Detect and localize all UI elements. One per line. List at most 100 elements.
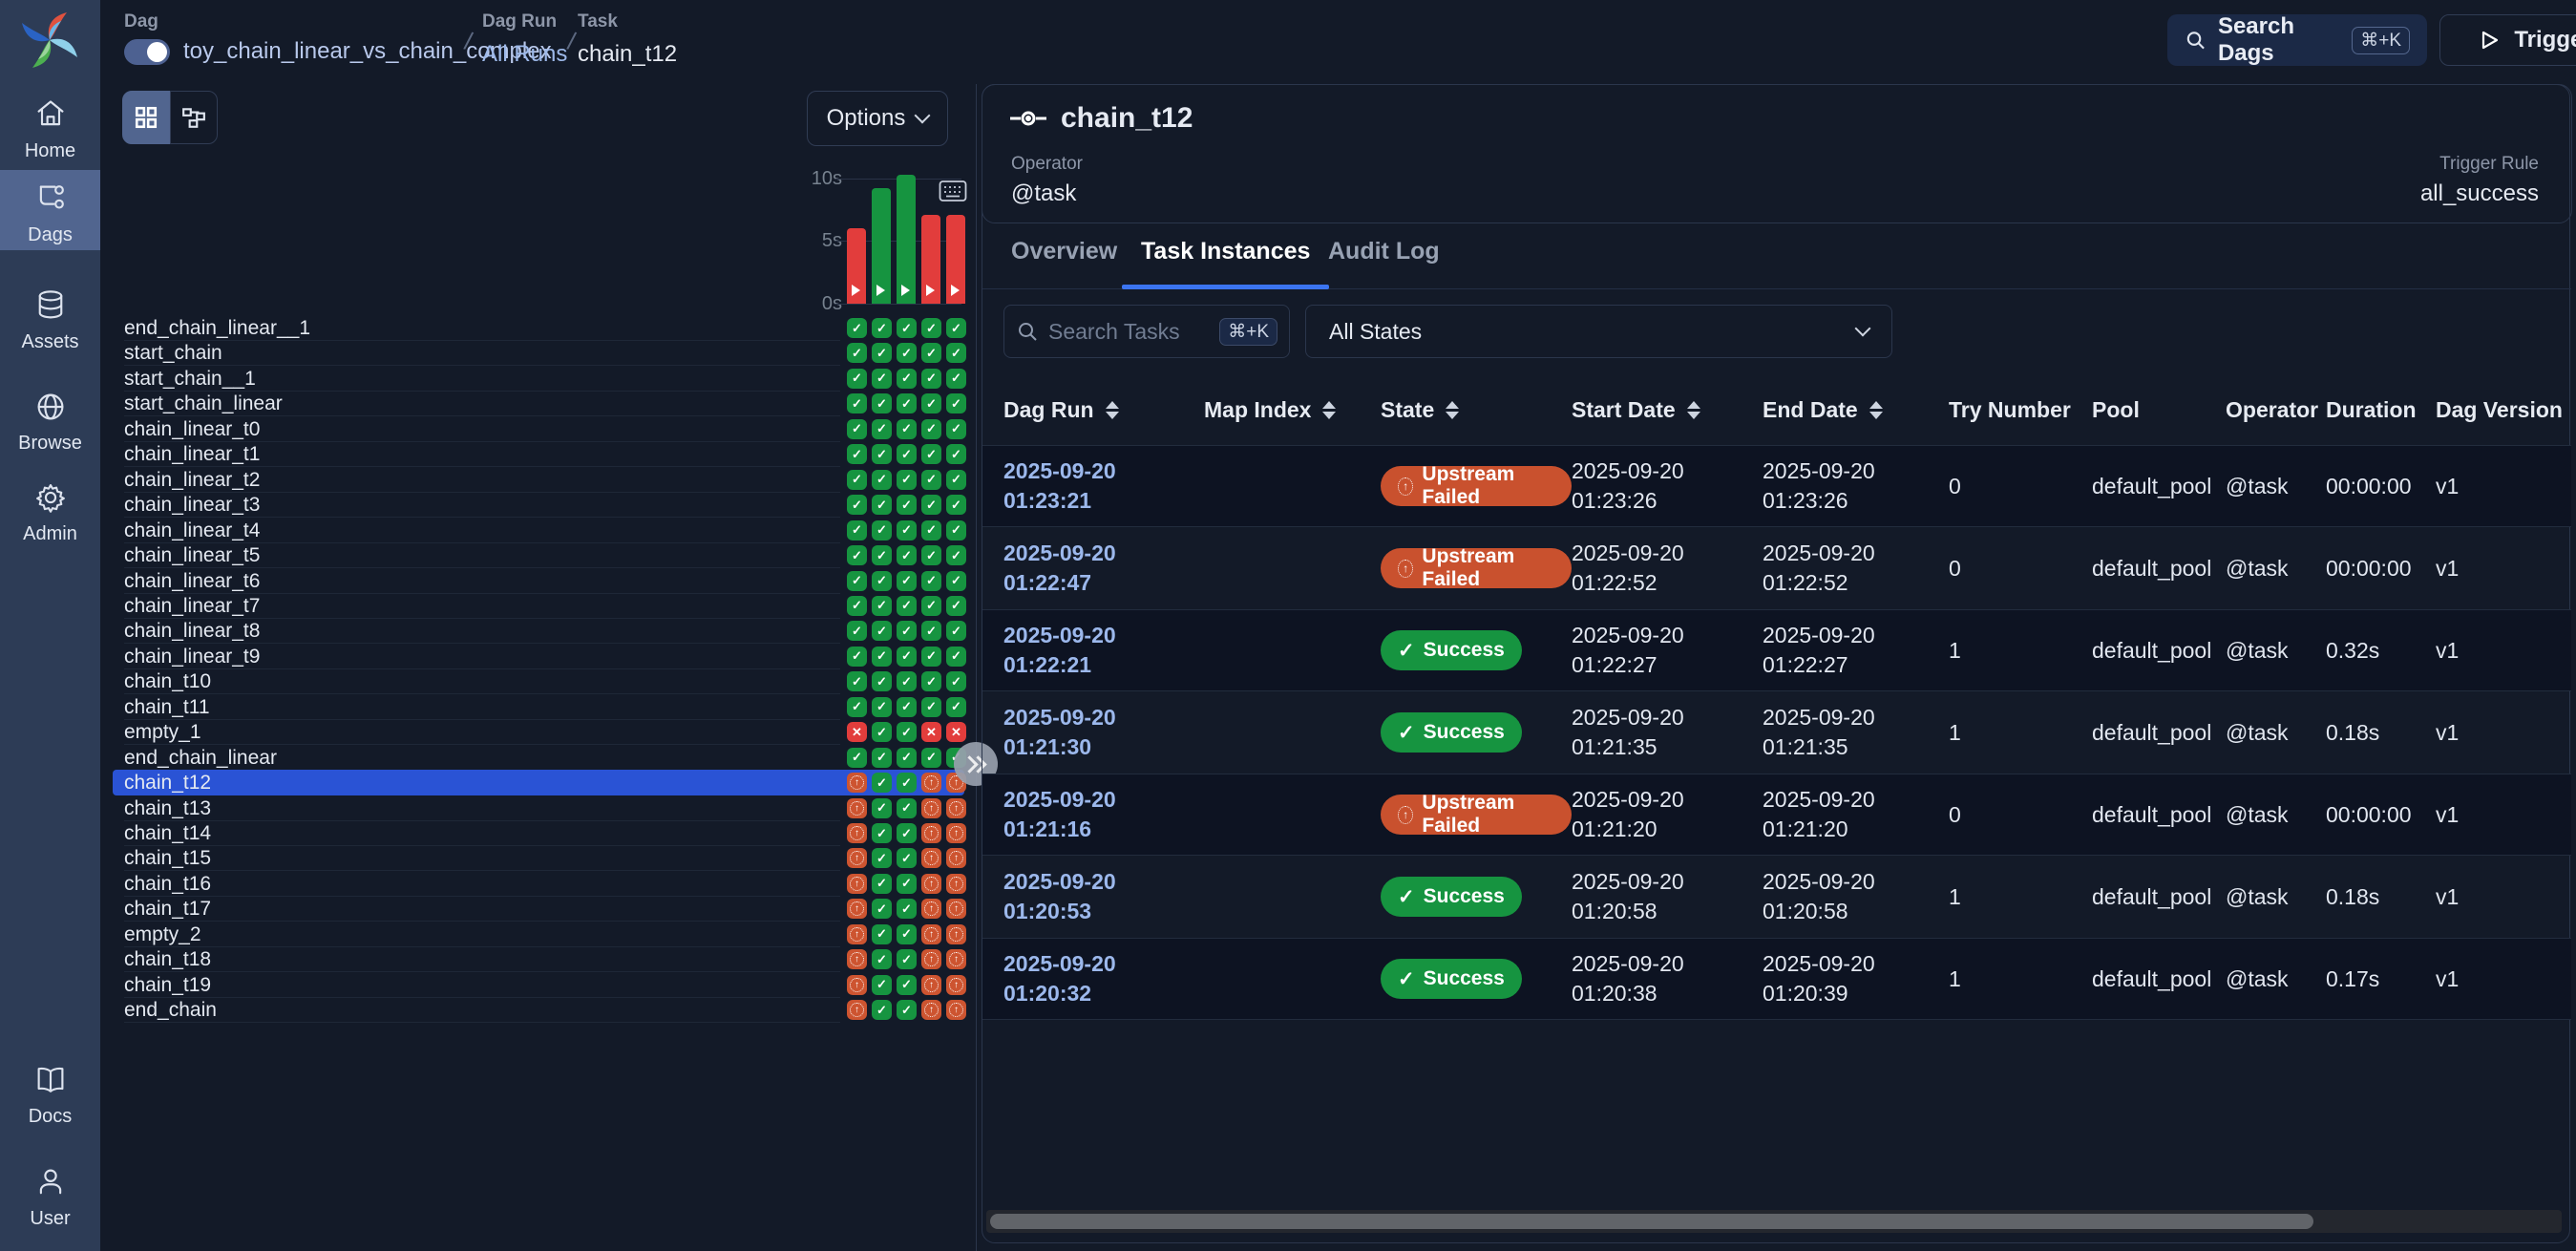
- task-instance-square-success[interactable]: ✓: [921, 748, 941, 768]
- task-row-chain_linear_t4[interactable]: chain_linear_t4✓✓✓✓✓: [113, 518, 964, 543]
- task-instance-square-upstream-failed[interactable]: ↑: [946, 924, 966, 944]
- task-instance-square-success[interactable]: ✓: [847, 671, 867, 691]
- table-row[interactable]: 2025-09-2001:23:21↑Upstream Failed2025-0…: [982, 445, 2571, 527]
- task-instance-square-success[interactable]: ✓: [921, 343, 941, 363]
- task-instance-square-upstream-failed[interactable]: ↑: [847, 899, 867, 919]
- task-row-chain_linear_t3[interactable]: chain_linear_t3✓✓✓✓✓: [113, 492, 964, 518]
- task-instance-square-success[interactable]: ✓: [897, 899, 917, 919]
- task-instance-square-success[interactable]: ✓: [872, 571, 892, 591]
- task-row-end_chain[interactable]: end_chain↑✓✓↑↑: [113, 997, 964, 1023]
- task-instance-square-success[interactable]: ✓: [872, 899, 892, 919]
- task-instance-square-upstream-failed[interactable]: ↑: [946, 874, 966, 894]
- task-instance-square-success[interactable]: ✓: [872, 520, 892, 541]
- task-instance-square-upstream-failed[interactable]: ↑: [847, 924, 867, 944]
- task-row-start_chain__1[interactable]: start_chain__1✓✓✓✓✓: [113, 366, 964, 392]
- task-instance-square-success[interactable]: ✓: [897, 647, 917, 667]
- task-instance-square-success[interactable]: ✓: [897, 419, 917, 439]
- task-row-chain_t16[interactable]: chain_t16↑✓✓↑↑: [113, 871, 964, 897]
- task-instance-square-upstream-failed[interactable]: ↑: [946, 1000, 966, 1020]
- task-instance-square-success[interactable]: ✓: [946, 520, 966, 541]
- task-instance-square-success[interactable]: ✓: [872, 848, 892, 868]
- breadcrumb-dagrun-value[interactable]: All Runs: [482, 41, 567, 68]
- dag-run-duration-bar[interactable]: [946, 215, 965, 304]
- task-instance-square-success[interactable]: ✓: [872, 1000, 892, 1020]
- task-instance-square-upstream-failed[interactable]: ↑: [946, 949, 966, 969]
- state-filter-select[interactable]: All States: [1305, 305, 1892, 358]
- sidebar-item-dags[interactable]: Dags: [0, 170, 100, 250]
- task-row-chain_linear_t8[interactable]: chain_linear_t8✓✓✓✓✓: [113, 618, 964, 644]
- task-instance-square-success[interactable]: ✓: [897, 798, 917, 818]
- task-instance-square-success[interactable]: ✓: [847, 647, 867, 667]
- search-dags-button[interactable]: Search Dags ⌘+K: [2167, 14, 2427, 66]
- task-row-chain_t17[interactable]: chain_t17↑✓✓↑↑: [113, 896, 964, 922]
- column-header-dag-run[interactable]: Dag Run: [1003, 397, 1204, 423]
- task-instance-square-success[interactable]: ✓: [872, 949, 892, 969]
- task-row-chain_t18[interactable]: chain_t18↑✓✓↑↑: [113, 946, 964, 972]
- table-row[interactable]: 2025-09-2001:22:21✓Success2025-09-2001:2…: [982, 609, 2571, 691]
- dag-run-link[interactable]: 2025-09-2001:20:53: [1003, 867, 1204, 926]
- task-instance-square-success[interactable]: ✓: [872, 697, 892, 717]
- task-instance-square-success[interactable]: ✓: [921, 571, 941, 591]
- grid-view-button[interactable]: [122, 91, 170, 144]
- task-instance-square-upstream-failed[interactable]: ↑: [847, 848, 867, 868]
- task-instance-square-success[interactable]: ✓: [872, 874, 892, 894]
- task-instance-square-upstream-failed[interactable]: ↑: [946, 848, 966, 868]
- task-instance-square-success[interactable]: ✓: [872, 647, 892, 667]
- task-instance-square-upstream-failed[interactable]: ↑: [921, 874, 941, 894]
- task-instance-square-success[interactable]: ✓: [872, 924, 892, 944]
- task-instance-square-success[interactable]: ✓: [921, 647, 941, 667]
- table-row[interactable]: 2025-09-2001:22:47↑Upstream Failed2025-0…: [982, 527, 2571, 609]
- task-instance-square-success[interactable]: ✓: [847, 621, 867, 641]
- task-instance-square-success[interactable]: ✓: [847, 545, 867, 565]
- task-row-chain_t19[interactable]: chain_t19↑✓✓↑↑: [113, 972, 964, 998]
- task-row-chain_t12[interactable]: chain_t12↑✓✓↑↑: [113, 770, 964, 795]
- task-instance-square-success[interactable]: ✓: [946, 393, 966, 413]
- task-row-end_chain_linear[interactable]: end_chain_linear✓✓✓✓✓: [113, 745, 964, 771]
- panel-splitter[interactable]: [976, 84, 977, 1251]
- task-instance-square-success[interactable]: ✓: [897, 874, 917, 894]
- task-instance-square-success[interactable]: ✓: [897, 444, 917, 464]
- task-instance-square-success[interactable]: ✓: [897, 924, 917, 944]
- task-instance-square-upstream-failed[interactable]: ↑: [921, 1000, 941, 1020]
- table-row[interactable]: 2025-09-2001:21:30✓Success2025-09-2001:2…: [982, 691, 2571, 774]
- task-instance-square-success[interactable]: ✓: [921, 697, 941, 717]
- task-instance-square-success[interactable]: ✓: [946, 419, 966, 439]
- task-row-chain_linear_t7[interactable]: chain_linear_t7✓✓✓✓✓: [113, 593, 964, 619]
- task-instance-square-success[interactable]: ✓: [897, 1000, 917, 1020]
- task-row-empty_1[interactable]: empty_1✕✓✓✕✕: [113, 719, 964, 745]
- task-instance-square-success[interactable]: ✓: [872, 470, 892, 490]
- sidebar-item-admin[interactable]: Admin: [0, 469, 100, 549]
- search-tasks-input[interactable]: Search Tasks ⌘+K: [1003, 305, 1290, 358]
- task-instance-square-upstream-failed[interactable]: ↑: [921, 798, 941, 818]
- tab-task-instances[interactable]: Task Instances: [1141, 238, 1310, 289]
- task-instance-square-success[interactable]: ✓: [897, 318, 917, 338]
- task-instance-square-success[interactable]: ✓: [897, 495, 917, 515]
- sidebar-item-browse[interactable]: Browse: [0, 378, 100, 458]
- task-instance-square-success[interactable]: ✓: [897, 470, 917, 490]
- task-instance-square-success[interactable]: ✓: [897, 596, 917, 616]
- task-instance-square-success[interactable]: ✓: [872, 444, 892, 464]
- task-instance-square-success[interactable]: ✓: [921, 419, 941, 439]
- task-instance-square-success[interactable]: ✓: [921, 470, 941, 490]
- table-row[interactable]: 2025-09-2001:20:53✓Success2025-09-2001:2…: [982, 856, 2571, 938]
- column-header-map-index[interactable]: Map Index: [1204, 397, 1381, 423]
- task-instance-square-success[interactable]: ✓: [847, 470, 867, 490]
- table-row[interactable]: 2025-09-2001:21:16↑Upstream Failed2025-0…: [982, 774, 2571, 856]
- task-instance-square-success[interactable]: ✓: [872, 773, 892, 793]
- task-instance-square-success[interactable]: ✓: [872, 975, 892, 995]
- task-instance-square-success[interactable]: ✓: [897, 621, 917, 641]
- task-instance-square-success[interactable]: ✓: [921, 621, 941, 641]
- task-instance-square-success[interactable]: ✓: [921, 393, 941, 413]
- task-row-chain_linear_t5[interactable]: chain_linear_t5✓✓✓✓✓: [113, 542, 964, 568]
- graph-view-button[interactable]: [170, 91, 218, 144]
- column-header-end-date[interactable]: End Date: [1763, 397, 1949, 423]
- keyboard-shortcuts-icon[interactable]: [939, 180, 967, 202]
- task-instance-square-success[interactable]: ✓: [872, 621, 892, 641]
- task-instance-square-success[interactable]: ✓: [921, 318, 941, 338]
- task-row-chain_t10[interactable]: chain_t10✓✓✓✓✓: [113, 668, 964, 694]
- task-instance-square-success[interactable]: ✓: [872, 545, 892, 565]
- dag-pause-toggle[interactable]: [124, 39, 170, 65]
- task-instance-square-upstream-failed[interactable]: ↑: [847, 975, 867, 995]
- task-instance-square-success[interactable]: ✓: [847, 748, 867, 768]
- task-instance-square-success[interactable]: ✓: [921, 596, 941, 616]
